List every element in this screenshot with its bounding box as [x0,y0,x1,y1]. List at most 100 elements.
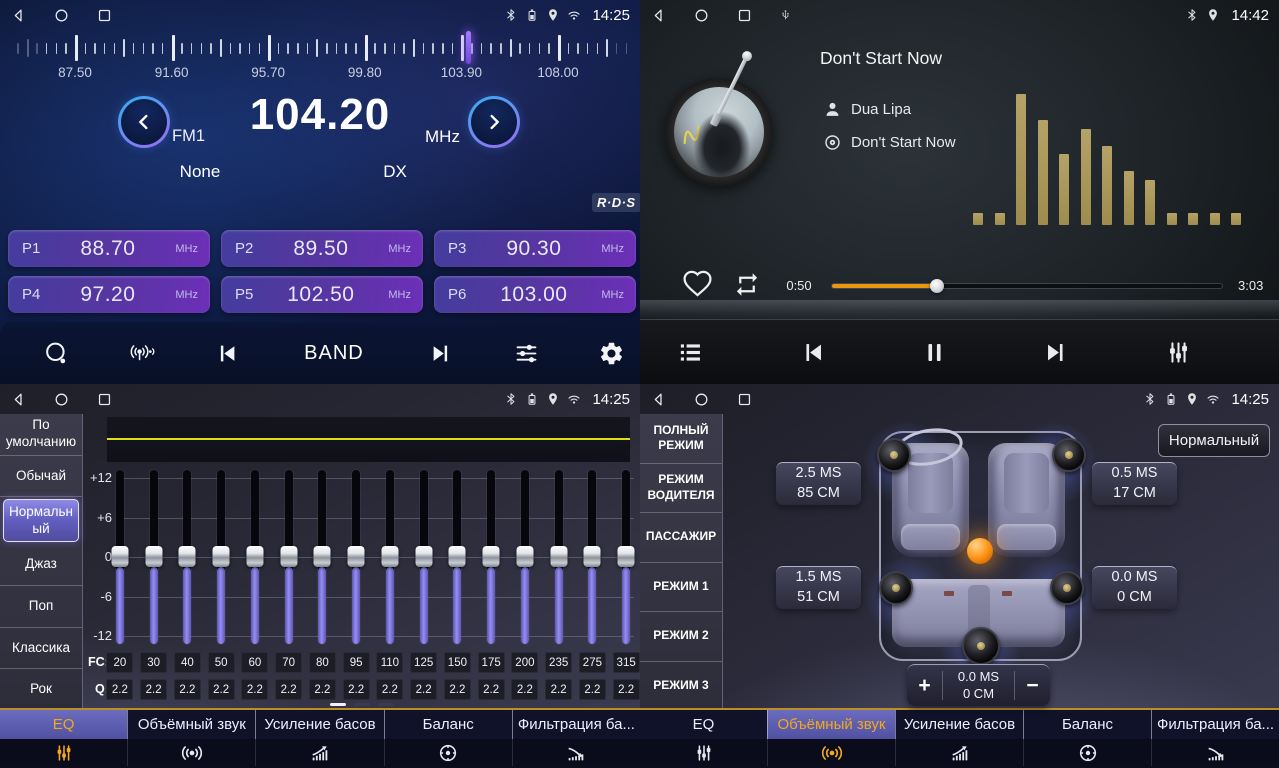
dial-scale-label: 87.50 [45,65,105,80]
eq-band-slider-knob[interactable] [516,546,533,567]
mode-item[interactable]: ПАССАЖИР [640,513,722,563]
radio-preset-p5[interactable]: P5102.50MHz [221,276,423,313]
search-icon[interactable] [43,340,70,367]
mode-item[interactable]: ПОЛНЫЙ РЕЖИМ [640,414,722,464]
skip-next-icon[interactable] [1042,338,1071,367]
skip-next-icon[interactable] [428,340,455,367]
tab-right-0[interactable]: EQ [640,710,767,739]
repeat-button[interactable] [732,271,762,298]
home-button[interactable] [53,7,70,24]
speaker-front-right-icon[interactable] [1052,438,1086,472]
delay-minus-button[interactable]: − [1015,665,1050,706]
back-button[interactable] [10,7,27,24]
eq-preset-item[interactable]: Классика [0,628,82,670]
back-button[interactable] [650,7,667,24]
tab-left-1[interactable]: Объёмный звук [127,710,255,739]
skip-prev-icon[interactable] [213,340,240,367]
pause-icon[interactable] [920,338,949,367]
mode-item[interactable]: РЕЖИМ ВОДИТЕЛЯ [640,464,722,514]
eq-preset-item[interactable]: По умолчанию [0,414,82,456]
radio-preset-p2[interactable]: P289.50MHz [221,230,423,267]
frequency-unit: MHz [425,127,460,147]
tab-left-2[interactable]: Усиление басов [255,710,383,739]
skip-prev-icon[interactable] [798,338,827,367]
eq-preset-item[interactable]: Рок [0,669,82,710]
mode-item[interactable]: РЕЖИМ 2 [640,612,722,662]
eq-band-slider-knob[interactable] [483,546,500,567]
delay-rear-right-button[interactable]: 0.0 MS 0 CM [1092,566,1177,609]
eq-band-slider-knob[interactable] [550,546,567,567]
speaker-rear-right-icon[interactable] [1050,571,1084,605]
back-button[interactable] [10,391,27,408]
speaker-rear-left-icon[interactable] [879,571,913,605]
recents-button[interactable] [736,7,753,24]
tab-right-4[interactable]: Фильтрация ба... [1151,710,1279,739]
band-button[interactable]: BAND [298,341,370,366]
radio-preset-p6[interactable]: P6103.00MHz [434,276,636,313]
mode-item[interactable]: РЕЖИМ 3 [640,662,722,711]
eq-band-slider-knob[interactable] [179,546,196,567]
radio-antenna-icon[interactable] [128,340,155,367]
home-button[interactable] [53,391,70,408]
listening-position-marker[interactable] [967,538,993,564]
delay-front-right-button[interactable]: 0.5 MS 17 CM [1092,462,1177,505]
radio-preset-p3[interactable]: P390.30MHz [434,230,636,267]
delay-plus-button[interactable]: + [907,665,942,706]
seek-up-button[interactable] [468,96,520,148]
eq-preset-item[interactable]: Обычай [0,456,82,498]
delay-front-left-button[interactable]: 2.5 MS 85 CM [776,462,861,505]
album-art[interactable] [665,78,773,186]
gear-icon[interactable] [598,340,625,367]
radio-preset-p4[interactable]: P497.20MHz [8,276,210,313]
eq-preset-item[interactable]: Джаз [0,544,82,586]
seek-down-button[interactable] [118,96,170,148]
tab-left-0[interactable]: EQ [0,710,127,739]
spectrum-bar [1059,154,1069,225]
radio-screen: 14:25 87.5091.6095.7099.80103.90108.00 F… [0,0,640,384]
home-button[interactable] [693,7,710,24]
tab-left-3[interactable]: Баланс [384,710,512,739]
fc-value: 50 [208,652,235,673]
eq-preset-item[interactable]: Поп [0,586,82,628]
home-button[interactable] [693,391,710,408]
recents-button[interactable] [736,391,753,408]
eq-band-slider-knob[interactable] [145,546,162,567]
tab-right-1[interactable]: Объёмный звук [767,710,895,739]
progress-bar[interactable] [832,284,1222,288]
eq-band-slider-knob[interactable] [348,546,365,567]
eq-slider-fill [487,567,495,644]
recents-button[interactable] [96,7,113,24]
subwoofer-icon[interactable] [962,627,1000,665]
eq-band-slider-knob[interactable] [618,546,635,567]
delay-rear-left-button[interactable]: 1.5 MS 51 CM [776,566,861,609]
eq-band-slider-knob[interactable] [213,546,230,567]
eq-preset-item[interactable]: Нормальный [3,499,79,542]
tuning-dial[interactable]: 87.5091.6095.7099.80103.90108.00 [0,30,640,86]
radio-preset-p1[interactable]: P188.70MHz [8,230,210,267]
preset-number: P2 [235,240,253,257]
progress-knob[interactable] [930,279,944,293]
preset-unit: MHz [601,243,624,255]
speaker-front-left-icon[interactable] [877,438,911,472]
eq-band-slider-knob[interactable] [280,546,297,567]
mixer-horizontal-icon[interactable] [513,340,540,367]
status-bar: 14:25 [0,384,640,414]
eq-band-slider-knob[interactable] [246,546,263,567]
tab-right-3[interactable]: Баланс [1023,710,1151,739]
delay-adjust-cm: 0 CM [963,686,994,703]
recents-button[interactable] [96,391,113,408]
eq-band-slider-knob[interactable] [415,546,432,567]
eq-band-slider-knob[interactable] [584,546,601,567]
playlist-icon[interactable] [676,338,705,367]
eq-band-slider-knob[interactable] [111,546,128,567]
back-button[interactable] [650,391,667,408]
tab-right-2[interactable]: Усиление басов [895,710,1023,739]
eq-band-slider-knob[interactable] [314,546,331,567]
eq-band-slider-knob[interactable] [381,546,398,567]
favorite-button[interactable] [682,268,713,299]
mode-item[interactable]: РЕЖИМ 1 [640,563,722,613]
tab-left-4[interactable]: Фильтрация ба... [512,710,640,739]
mixer-vertical-icon[interactable] [1164,338,1193,367]
sound-profile-button[interactable]: Нормальный [1158,424,1270,457]
eq-band-slider-knob[interactable] [449,546,466,567]
